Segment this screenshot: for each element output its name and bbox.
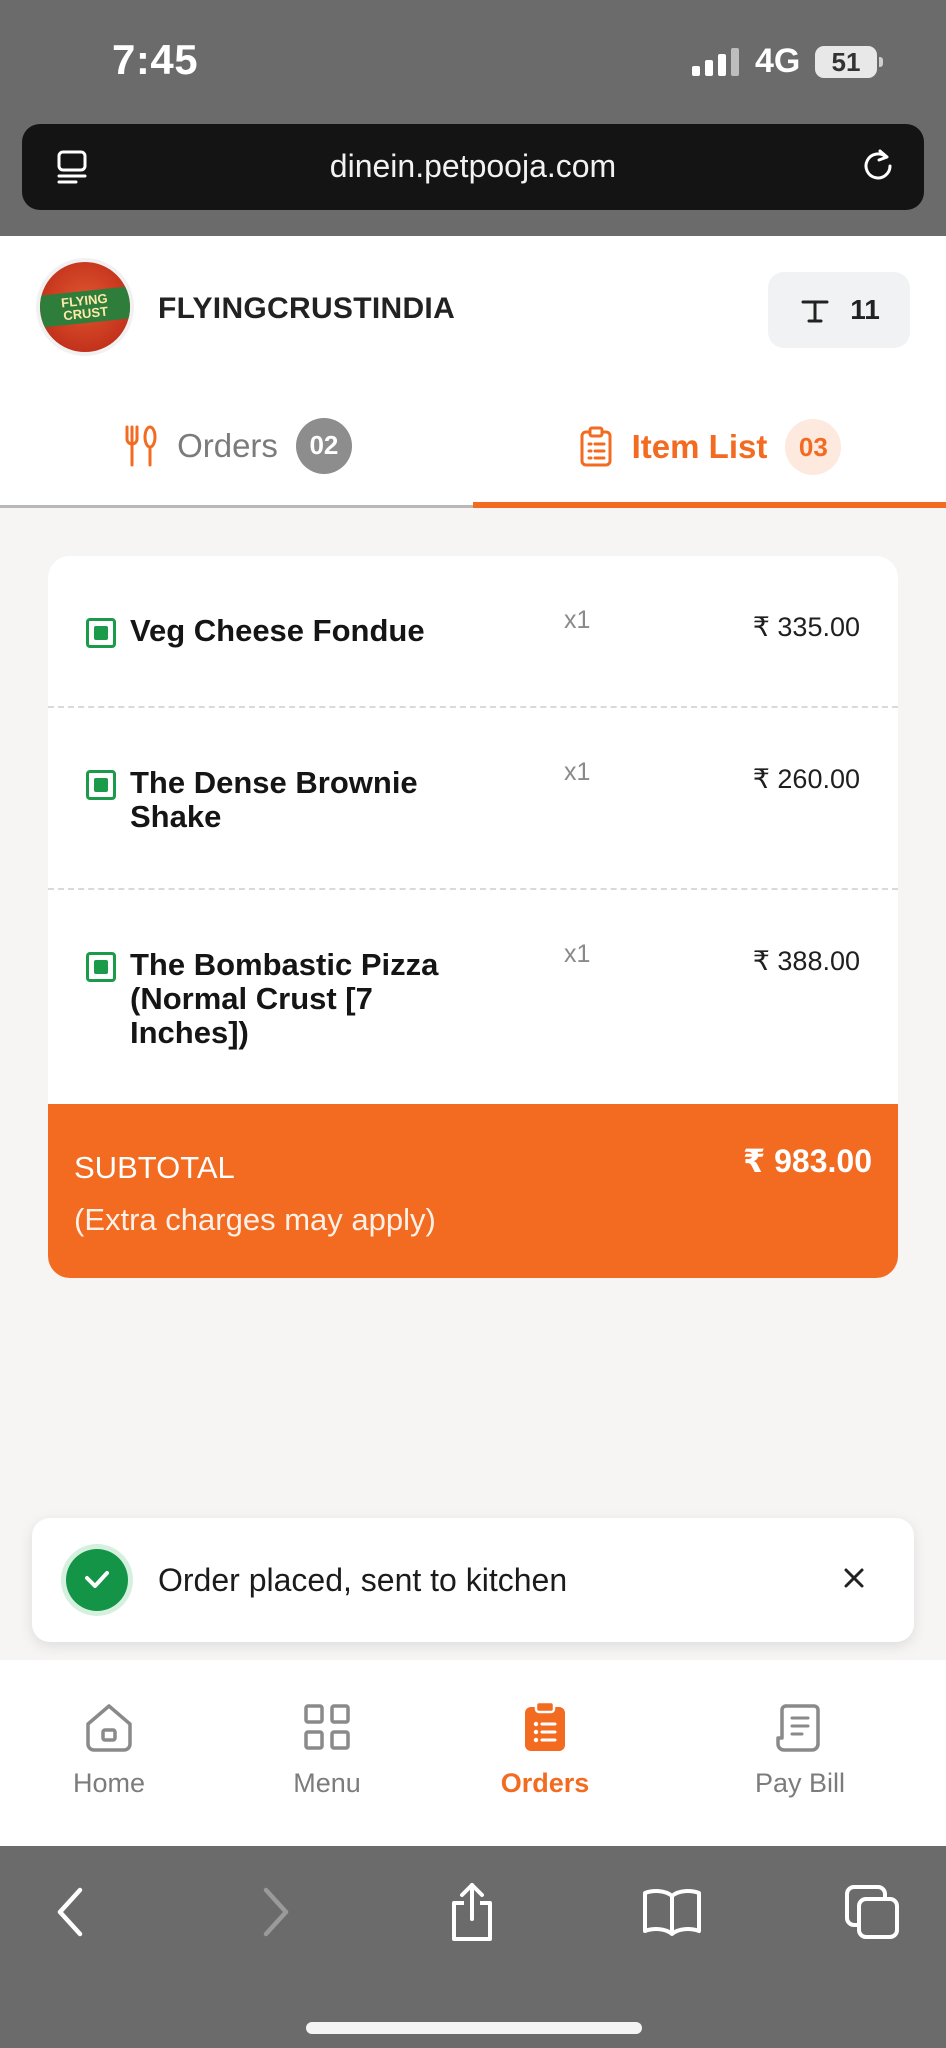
browser-top-bar: 7:45 4G 51 dinein.petpooja.com: [0, 0, 946, 236]
close-icon[interactable]: [834, 1558, 874, 1598]
veg-indicator-icon: [86, 952, 116, 982]
subtotal-note: (Extra charges may apply): [74, 1202, 436, 1237]
home-indicator: [306, 2022, 642, 2034]
reload-icon[interactable]: [856, 144, 900, 188]
veg-indicator-icon: [86, 618, 116, 648]
app-header: FLYING CRUST FLYINGCRUSTINDIA 11: [0, 236, 946, 386]
subtotal-label: SUBTOTAL: [74, 1150, 235, 1185]
restaurant-name: FLYINGCRUSTINDIA: [158, 292, 456, 325]
table-number: 11: [850, 294, 880, 325]
back-icon[interactable]: [38, 1880, 102, 1944]
item-quantity: x1: [564, 940, 591, 968]
fork-knife-icon: [125, 425, 157, 466]
item-name: Veg Cheese Fondue: [130, 613, 425, 648]
network-type: 4G: [755, 42, 801, 80]
url-bar[interactable]: dinein.petpooja.com: [22, 124, 924, 210]
table-icon: [801, 300, 829, 323]
logo-text: FLYING CRUST: [40, 286, 130, 328]
nav-home[interactable]: Home: [0, 1660, 218, 1846]
list-item: The Bombastic Pizza (Normal Crust [7 Inc…: [48, 890, 898, 1104]
nav-orders-label: Orders: [500, 1768, 590, 1798]
check-circle-icon: [66, 1549, 128, 1611]
subtotal-bar: SUBTOTAL (Extra charges may apply) ₹ 983…: [48, 1104, 898, 1278]
veg-indicator-icon: [86, 770, 116, 800]
url-text[interactable]: dinein.petpooja.com: [22, 148, 924, 185]
tabs-icon[interactable]: [840, 1880, 904, 1944]
share-icon[interactable]: [440, 1880, 504, 1944]
battery-icon: 51: [815, 46, 883, 78]
tab-orders[interactable]: Orders 02: [0, 386, 473, 508]
item-name: The Dense Brownie Shake: [130, 765, 418, 834]
list-item: The Dense Brownie Shake x1 ₹ 260.00: [48, 708, 898, 890]
status-time: 7:45: [112, 36, 199, 83]
nav-menu-label: Menu: [293, 1768, 361, 1798]
item-quantity: x1: [564, 758, 591, 786]
item-quantity: x1: [564, 606, 591, 634]
clipboard-icon: [580, 426, 612, 467]
item-list-card: Veg Cheese Fondue x1 ₹ 335.00 The Dense …: [48, 556, 898, 1278]
restaurant-logo: FLYING CRUST: [36, 258, 134, 356]
home-icon: [80, 1698, 138, 1756]
list-item: Veg Cheese Fondue x1 ₹ 335.00: [48, 556, 898, 708]
tab-orders-label: Orders: [177, 426, 278, 464]
tab-item-list-label: Item List: [631, 428, 768, 465]
battery-level: 51: [831, 46, 861, 77]
receipt-icon: [771, 1698, 829, 1756]
order-placed-toast: Order placed, sent to kitchen: [32, 1518, 914, 1642]
nav-pay-bill-label: Pay Bill: [754, 1768, 846, 1798]
nav-orders[interactable]: Orders: [436, 1660, 654, 1846]
clipboard-list-icon: [516, 1698, 574, 1756]
item-count-badge: 03: [785, 419, 842, 475]
nav-menu[interactable]: Menu: [218, 1660, 436, 1846]
order-tabs: Orders 02 Item List 03: [0, 386, 946, 508]
signal-strength-icon: [692, 48, 739, 76]
toast-message: Order placed, sent to kitchen: [158, 1562, 568, 1598]
grid-icon: [298, 1698, 356, 1756]
nav-home-label: Home: [72, 1768, 146, 1798]
item-price: ₹ 388.00: [752, 946, 860, 976]
nav-pay-bill[interactable]: Pay Bill: [654, 1660, 946, 1846]
bottom-navigation: Home Menu Orders Pay Bill: [0, 1660, 946, 1846]
item-name: The Bombastic Pizza (Normal Crust [7 Inc…: [130, 947, 439, 1050]
orders-count-badge: 02: [295, 417, 352, 474]
bookmarks-icon[interactable]: [640, 1880, 704, 1944]
item-price: ₹ 260.00: [752, 764, 860, 794]
browser-bottom-toolbar: [0, 1846, 946, 2048]
item-price: ₹ 335.00: [752, 612, 860, 642]
forward-icon[interactable]: [244, 1880, 308, 1944]
subtotal-amount: ₹ 983.00: [742, 1143, 872, 1179]
tab-item-list[interactable]: Item List 03: [473, 386, 946, 508]
table-number-chip[interactable]: 11: [768, 272, 910, 348]
